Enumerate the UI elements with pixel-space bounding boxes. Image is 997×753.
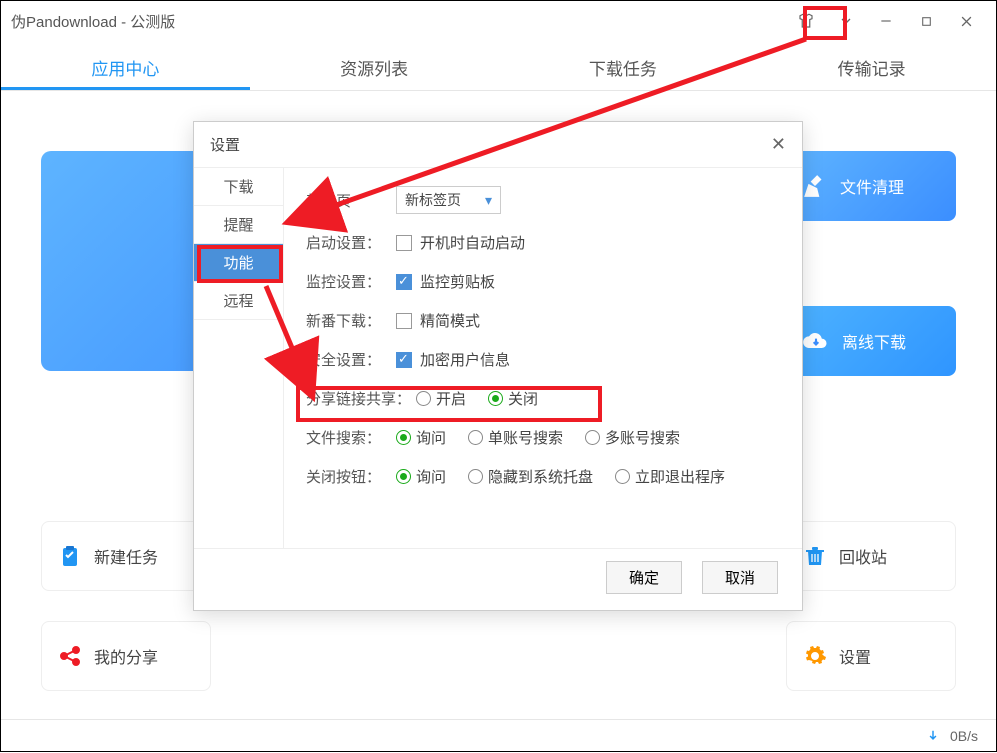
opt-security: 加密用户信息 bbox=[420, 349, 510, 370]
chk-encrypt[interactable] bbox=[396, 352, 412, 368]
opt-startup: 开机时自动启动 bbox=[420, 232, 525, 253]
broom-icon bbox=[802, 173, 828, 199]
cloud-download-icon bbox=[802, 327, 830, 355]
right-cards-top: 文件清理 离线下载 bbox=[786, 151, 956, 376]
radio-cb-ask[interactable]: 询问 bbox=[396, 466, 446, 487]
label-monitor: 监控设置： bbox=[306, 271, 396, 292]
radio-fs-multi[interactable]: 多账号搜索 bbox=[585, 427, 680, 448]
card-recycle[interactable]: 回收站 bbox=[786, 521, 956, 591]
chk-startup[interactable] bbox=[396, 235, 412, 251]
speed-text: 0B/s bbox=[950, 728, 978, 744]
dialog-content: 起始页 新标签页 ▾ 启动设置： 开机时自动启动 监控设置： 监控剪贴板 新番下… bbox=[284, 168, 802, 548]
card-offline-download[interactable]: 离线下载 bbox=[786, 306, 956, 376]
tab-app-center[interactable]: 应用中心 bbox=[1, 41, 250, 90]
card-settings[interactable]: 设置 bbox=[786, 621, 956, 691]
label-filesearch: 文件搜索： bbox=[306, 427, 396, 448]
dialog-title: 设置 bbox=[210, 134, 240, 155]
row-2: 新建任务 bbox=[41, 521, 211, 591]
radio-share-off[interactable]: 关闭 bbox=[488, 388, 538, 409]
row-3: 我的分享 bbox=[41, 621, 211, 691]
clipboard-icon bbox=[58, 544, 82, 568]
tab-download-tasks[interactable]: 下载任务 bbox=[499, 41, 748, 90]
dialog-header: 设置 ✕ bbox=[194, 122, 802, 168]
maximize-button[interactable] bbox=[906, 6, 946, 36]
window-title: 伪Pandownload - 公测版 bbox=[11, 11, 786, 32]
dlg-tab-function[interactable]: 功能 bbox=[194, 244, 283, 282]
label-share: 分享链接共享： bbox=[306, 388, 416, 409]
gear-icon bbox=[803, 644, 827, 668]
trash-icon bbox=[803, 544, 827, 568]
titlebar: 伪Pandownload - 公测版 bbox=[1, 1, 996, 41]
card-label: 我的分享 bbox=[94, 644, 158, 668]
label-bangumi: 新番下载： bbox=[306, 310, 396, 331]
dlg-tab-remind[interactable]: 提醒 bbox=[194, 206, 283, 244]
label-security: 安全设置： bbox=[306, 349, 396, 370]
card-label: 新建任务 bbox=[94, 544, 158, 568]
dropdown-button[interactable] bbox=[826, 6, 866, 36]
download-arrow-icon bbox=[926, 729, 940, 743]
label-startup: 启动设置： bbox=[306, 232, 396, 253]
card-new-task[interactable]: 新建任务 bbox=[41, 521, 211, 591]
dialog-sidebar: 下载 提醒 功能 远程 bbox=[194, 168, 284, 548]
chevron-down-icon: ▾ bbox=[485, 192, 492, 209]
chk-bangumi[interactable] bbox=[396, 313, 412, 329]
settings-dialog: 设置 ✕ 下载 提醒 功能 远程 起始页 新标签页 ▾ 启动设置： 开机时自动启… bbox=[193, 121, 803, 611]
main-tabs: 应用中心 资源列表 下载任务 传输记录 bbox=[1, 41, 996, 91]
card-my-share[interactable]: 我的分享 bbox=[41, 621, 211, 691]
cancel-button[interactable]: 取消 bbox=[702, 561, 778, 594]
tab-transfer-log[interactable]: 传输记录 bbox=[747, 41, 996, 90]
opt-monitor: 监控剪贴板 bbox=[420, 271, 495, 292]
share-icon bbox=[58, 644, 82, 668]
card-label: 设置 bbox=[839, 644, 871, 668]
tab-resource-list[interactable]: 资源列表 bbox=[250, 41, 499, 90]
close-button[interactable] bbox=[946, 6, 986, 36]
card-label: 文件清理 bbox=[840, 174, 904, 198]
ok-button[interactable]: 确定 bbox=[606, 561, 682, 594]
dlg-tab-download[interactable]: 下载 bbox=[194, 168, 283, 206]
chk-monitor-clipboard[interactable] bbox=[396, 274, 412, 290]
card-label: 离线下载 bbox=[842, 329, 906, 353]
minimize-button[interactable] bbox=[866, 6, 906, 36]
statusbar: 0B/s bbox=[1, 719, 996, 751]
radio-cb-exit[interactable]: 立即退出程序 bbox=[615, 466, 725, 487]
dlg-tab-remote[interactable]: 远程 bbox=[194, 282, 283, 320]
dialog-close-button[interactable]: ✕ bbox=[771, 134, 786, 155]
radio-fs-ask[interactable]: 询问 bbox=[396, 427, 446, 448]
select-start-page[interactable]: 新标签页 ▾ bbox=[396, 186, 501, 214]
label-start-page: 起始页 bbox=[306, 190, 396, 211]
opt-bangumi: 精简模式 bbox=[420, 310, 480, 331]
radio-cb-tray[interactable]: 隐藏到系统托盘 bbox=[468, 466, 593, 487]
select-value: 新标签页 bbox=[405, 190, 461, 210]
card-file-clean[interactable]: 文件清理 bbox=[786, 151, 956, 221]
radio-fs-single[interactable]: 单账号搜索 bbox=[468, 427, 563, 448]
label-closebtn: 关闭按钮： bbox=[306, 466, 396, 487]
card-label: 回收站 bbox=[839, 544, 887, 568]
shirt-icon[interactable] bbox=[786, 6, 826, 36]
radio-share-on[interactable]: 开启 bbox=[416, 388, 466, 409]
